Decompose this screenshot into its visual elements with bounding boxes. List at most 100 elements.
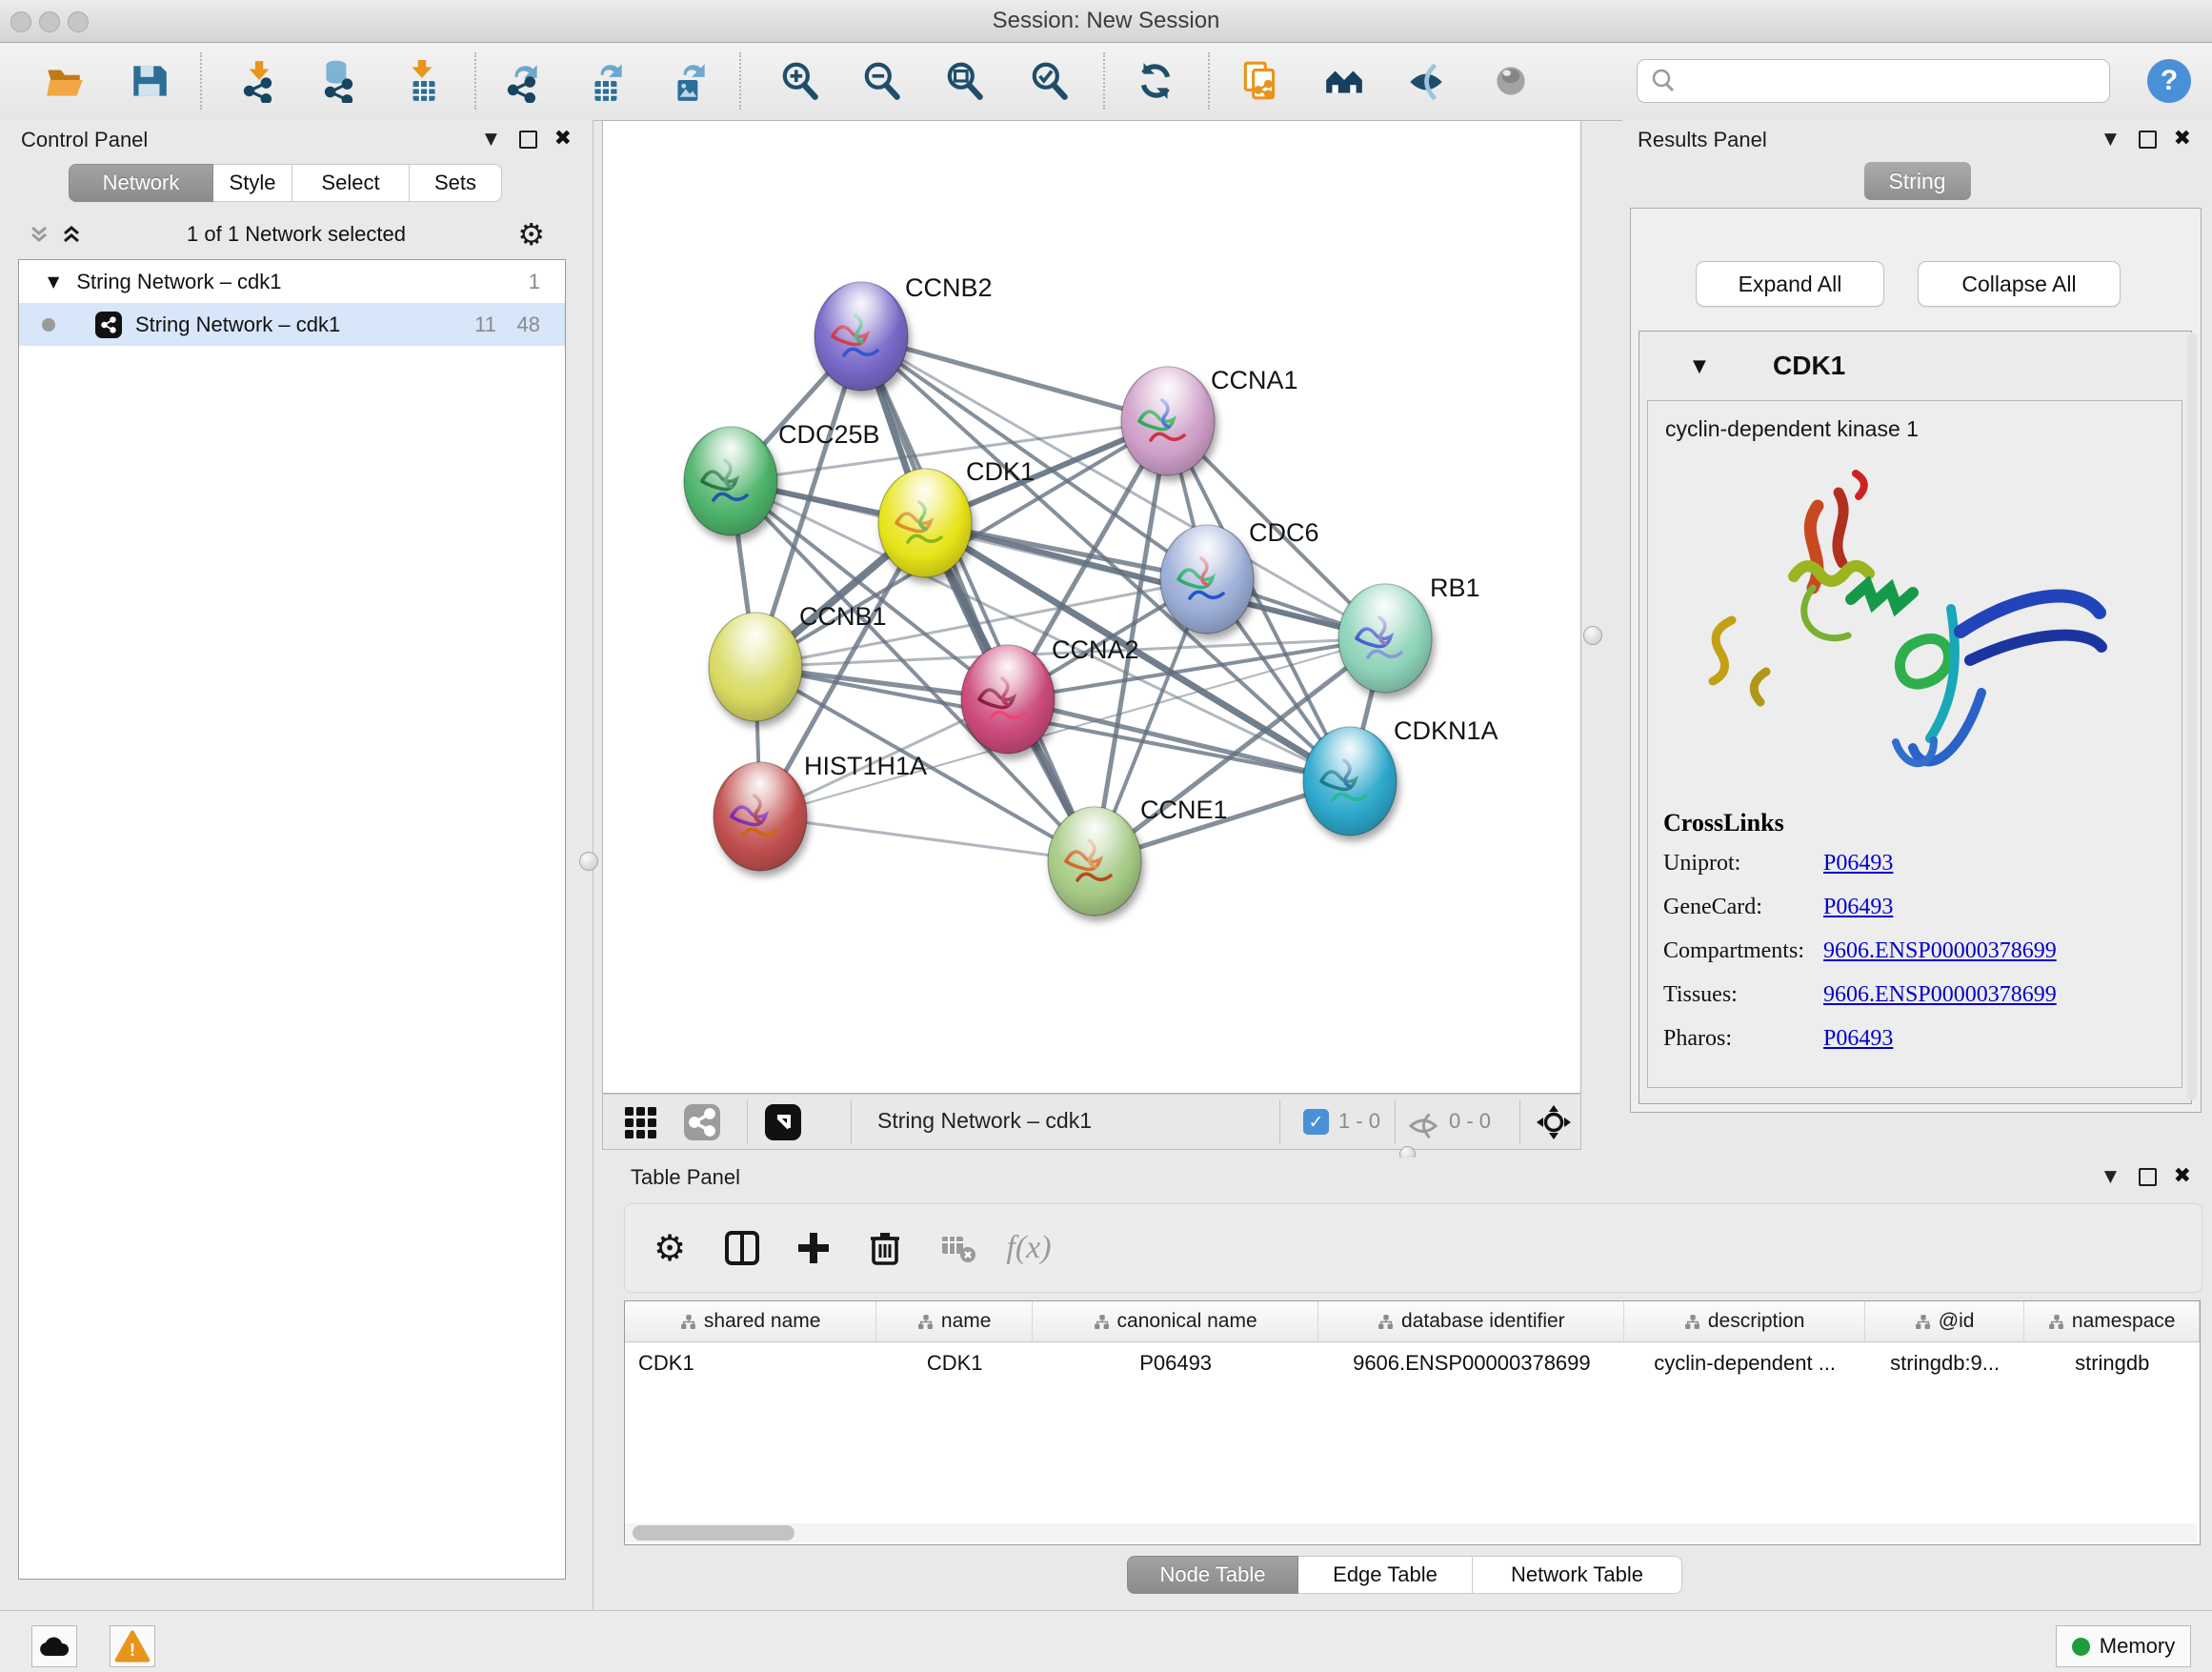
table-options-gear-icon[interactable]: ⚙ bbox=[647, 1225, 693, 1271]
create-column-icon[interactable] bbox=[791, 1225, 836, 1271]
open-session-button[interactable] bbox=[40, 56, 90, 106]
crosslink-link[interactable]: 9606.ENSP00000378699 bbox=[1823, 938, 2057, 964]
grid-view-icon[interactable] bbox=[620, 1102, 660, 1142]
clone-network-icon bbox=[1238, 59, 1282, 103]
table-cell[interactable]: cyclin-dependent ... bbox=[1624, 1342, 1864, 1384]
delete-column-trash-icon[interactable] bbox=[862, 1225, 908, 1271]
float-panel-button[interactable] bbox=[2139, 1168, 2157, 1186]
collapse-all-button[interactable]: Collapse All bbox=[1918, 261, 2121, 307]
column-header--id[interactable]: @id bbox=[1865, 1301, 2025, 1341]
network-edge-CCNB2-CCNE1[interactable] bbox=[861, 336, 1095, 861]
import-network-from-database-button[interactable] bbox=[313, 56, 363, 106]
close-panel-icon[interactable]: ✖ bbox=[2174, 1164, 2191, 1188]
refresh-button[interactable] bbox=[1131, 56, 1180, 106]
results-scrollbar[interactable] bbox=[2187, 332, 2197, 1100]
string-network-icon[interactable] bbox=[682, 1102, 722, 1142]
import-table-from-file-button[interactable] bbox=[398, 56, 448, 106]
table-horizontal-scrollbar[interactable] bbox=[625, 1523, 2197, 1542]
zoom-out-button[interactable] bbox=[857, 56, 907, 106]
section-expand-icon[interactable]: ▼ bbox=[1693, 356, 1706, 376]
tab-node-table[interactable]: Node Table bbox=[1127, 1556, 1298, 1594]
first-neighbors-button[interactable] bbox=[1319, 56, 1369, 106]
network-options-gear-icon[interactable]: ⚙ bbox=[517, 219, 545, 250]
column-header-name[interactable]: name bbox=[876, 1301, 1033, 1341]
float-panel-button[interactable] bbox=[2139, 131, 2157, 149]
table-cell[interactable]: 9606.ENSP00000378699 bbox=[1318, 1342, 1624, 1384]
tab-edge-table[interactable]: Edge Table bbox=[1298, 1556, 1473, 1594]
export-image-button[interactable] bbox=[665, 56, 714, 106]
tab-style[interactable]: Style bbox=[213, 164, 292, 202]
tab-network-table[interactable]: Network Table bbox=[1473, 1556, 1682, 1594]
network-node-RB1[interactable] bbox=[1338, 584, 1432, 693]
zoom-fit-button[interactable] bbox=[940, 56, 990, 106]
network-collection-row[interactable]: ▼ String Network – cdk1 1 bbox=[19, 260, 565, 303]
scrollbar-thumb[interactable] bbox=[633, 1525, 794, 1541]
node-label-HIST1H1A: HIST1H1A bbox=[804, 752, 927, 780]
save-session-button[interactable] bbox=[125, 56, 174, 106]
gene-section-header[interactable]: ▼ CDK1 bbox=[1639, 332, 2191, 398]
column-header-canonical-name[interactable]: canonical name bbox=[1033, 1301, 1318, 1341]
panel-menu-icon[interactable]: ▼ bbox=[2104, 1167, 2117, 1186]
network-row[interactable]: String Network – cdk1 11 48 bbox=[19, 303, 565, 346]
close-panel-icon[interactable]: ✖ bbox=[554, 127, 572, 151]
table-cell[interactable]: P06493 bbox=[1033, 1342, 1318, 1384]
import-network-from-file-button[interactable] bbox=[233, 56, 283, 106]
zoom-in-button[interactable] bbox=[775, 56, 825, 106]
network-node-CDC6[interactable] bbox=[1160, 525, 1254, 634]
collection-expand-icon[interactable]: ▼ bbox=[48, 272, 59, 291]
footer-divider bbox=[851, 1100, 852, 1144]
panel-menu-icon[interactable]: ▼ bbox=[485, 130, 497, 149]
float-panel-button[interactable] bbox=[519, 131, 537, 149]
node-label-CDC6: CDC6 bbox=[1249, 518, 1319, 547]
network-node-CCNB1[interactable] bbox=[709, 613, 802, 721]
left-splitter-handle[interactable] bbox=[579, 852, 598, 871]
network-node-CDKN1A[interactable] bbox=[1303, 727, 1397, 836]
fit-selected-crosshair-icon[interactable] bbox=[1534, 1102, 1574, 1142]
clone-network-button[interactable] bbox=[1236, 56, 1285, 106]
panel-menu-icon[interactable]: ▼ bbox=[2104, 130, 2117, 149]
selected-checkbox[interactable]: ✓ bbox=[1303, 1109, 1329, 1135]
close-panel-icon[interactable]: ✖ bbox=[2174, 127, 2191, 151]
column-header-shared-name[interactable]: shared name bbox=[625, 1301, 876, 1341]
zoom-selected-button[interactable] bbox=[1025, 56, 1075, 106]
tab-string[interactable]: String bbox=[1863, 162, 1970, 200]
warnings-button[interactable]: ! bbox=[110, 1625, 155, 1667]
column-header-database-identifier[interactable]: database identifier bbox=[1318, 1301, 1624, 1341]
export-network-button[interactable] bbox=[498, 56, 548, 106]
network-node-CDK1[interactable] bbox=[878, 469, 972, 577]
crosslink-link[interactable]: P06493 bbox=[1823, 895, 1893, 920]
cloud-button[interactable] bbox=[31, 1625, 77, 1667]
help-button[interactable]: ? bbox=[2147, 59, 2191, 103]
tab-sets[interactable]: Sets bbox=[410, 164, 502, 202]
table-cell[interactable]: stringdb:9... bbox=[1865, 1342, 2025, 1384]
network-node-CCNA2[interactable] bbox=[961, 645, 1055, 754]
memory-button[interactable]: Memory bbox=[2056, 1625, 2191, 1667]
tab-select[interactable]: Select bbox=[292, 164, 410, 202]
network-node-HIST1H1A[interactable] bbox=[714, 762, 807, 871]
network-node-CCNB2[interactable] bbox=[814, 282, 908, 391]
export-table-button[interactable] bbox=[582, 56, 632, 106]
table-cell[interactable]: CDK1 bbox=[876, 1342, 1033, 1384]
table-cell[interactable]: CDK1 bbox=[625, 1342, 876, 1384]
tab-network[interactable]: Network bbox=[69, 164, 213, 202]
network-node-CCNE1[interactable] bbox=[1048, 807, 1141, 916]
column-header-description[interactable]: description bbox=[1624, 1301, 1864, 1341]
cloud-icon bbox=[38, 1635, 70, 1658]
network-edge-CCNE1-HIST1H1A[interactable] bbox=[760, 816, 1095, 861]
crosslink-link[interactable]: P06493 bbox=[1823, 851, 1893, 876]
zoom-selected-icon bbox=[1028, 59, 1072, 103]
search-input[interactable] bbox=[1683, 68, 2109, 94]
expand-all-button[interactable]: Expand All bbox=[1696, 261, 1884, 307]
hide-selected-button[interactable] bbox=[1401, 56, 1451, 106]
network-node-CDC25B[interactable] bbox=[684, 427, 777, 535]
show-columns-icon[interactable] bbox=[719, 1225, 765, 1271]
column-header-namespace[interactable]: namespace bbox=[2024, 1301, 2200, 1341]
crosslink-link[interactable]: 9606.ENSP00000378699 bbox=[1823, 982, 2057, 1008]
network-canvas[interactable]: CCNB2CCNA1CDC25BCDK1CDC6RB1CCNB1CCNA2CDK… bbox=[602, 120, 1581, 1094]
crosslink-link[interactable]: P06493 bbox=[1823, 1026, 1893, 1052]
table-cell[interactable]: stringdb bbox=[2024, 1342, 2200, 1384]
birds-eye-view-icon[interactable] bbox=[763, 1102, 803, 1142]
network-node-CCNA1[interactable] bbox=[1121, 367, 1215, 475]
show-all-button[interactable] bbox=[1486, 56, 1536, 106]
right-splitter-handle[interactable] bbox=[1583, 626, 1602, 645]
